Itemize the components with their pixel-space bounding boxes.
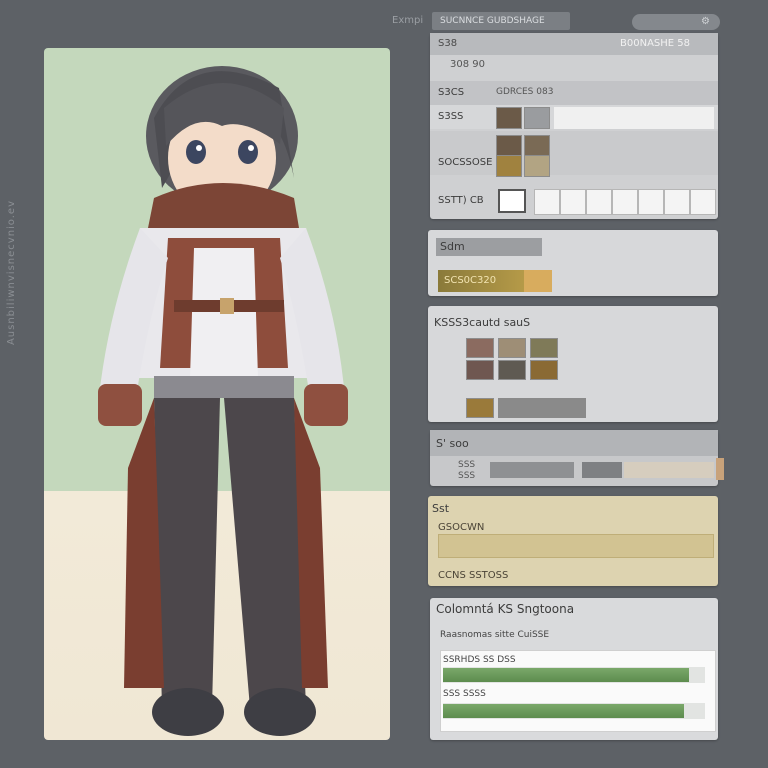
item-thumbnail[interactable] — [496, 135, 522, 157]
equipment-slot[interactable] — [530, 338, 558, 358]
inventory-title: S38 — [438, 38, 458, 49]
row-tag: GDRCES 083 — [496, 87, 554, 97]
inventory-header: S38 B00NASHE 58 — [430, 33, 718, 55]
progress-track — [443, 667, 705, 683]
inventory-panel: S38 B00NASHE 58 308 90 S3CS GDRCES 083 S… — [430, 33, 718, 219]
row-label: S3SS — [438, 111, 464, 122]
bar-label: SSRHDS SS DSS — [443, 655, 516, 665]
character-illustration — [98, 66, 348, 736]
compat-subtitle: Raasnomas sitte CuiSSE — [440, 630, 550, 640]
stats-header: S' soo — [430, 430, 718, 456]
row-label: SOCSSOSE — [438, 157, 493, 168]
gold-value-end — [524, 270, 552, 292]
equipment-strip[interactable] — [498, 398, 586, 418]
inventory-slot[interactable] — [534, 189, 560, 215]
progress-track — [443, 703, 705, 719]
side-caption: Ausnbiliwnvisnecvnio.ev — [6, 200, 17, 346]
inventory-row[interactable]: SOCSSOSE — [430, 131, 718, 177]
skills-title: Sdm — [440, 240, 465, 253]
compat-title: Colomntá KS Sngtoona — [436, 602, 575, 616]
inventory-row[interactable]: S3SS — [430, 105, 718, 129]
top-bar: Exmpi SUCNNCE GUBDSHAGE ⚙ — [388, 12, 720, 32]
inventory-slot[interactable] — [612, 189, 638, 215]
topbar-controls[interactable]: ⚙ — [632, 14, 720, 30]
inventory-subtitle: 308 90 — [450, 59, 485, 70]
inventory-slot[interactable] — [638, 189, 664, 215]
equipment-panel: KSSS3cautd sauS — [428, 306, 718, 422]
equipment-title: KSSS3cautd sauS — [434, 316, 531, 329]
bar-label: SSS SSSS — [443, 689, 486, 699]
character-portrait — [44, 48, 390, 740]
inventory-slot[interactable] — [560, 189, 586, 215]
skills-panel: Sdm SCS0C320 — [428, 230, 718, 296]
stats-title: S' soo — [436, 437, 469, 450]
item-thumbnail[interactable] — [524, 107, 550, 129]
inventory-title-right: B00NASHE 58 — [620, 38, 690, 49]
story-line: CCNS SSTOSS — [438, 570, 509, 581]
equipment-slot[interactable] — [466, 398, 494, 418]
row-label: S3CS — [438, 87, 465, 98]
equipment-slot[interactable] — [530, 360, 558, 380]
story-line: GSOCWN — [438, 522, 485, 533]
stat-track[interactable] — [582, 462, 622, 478]
item-thumbnail[interactable] — [524, 135, 550, 157]
stat-track[interactable] — [490, 462, 574, 478]
search-field[interactable]: SUCNNCE GUBDSHAGE — [432, 12, 570, 30]
equipment-slot[interactable] — [498, 360, 526, 380]
gold-value[interactable]: SCS0C320 — [438, 270, 524, 292]
inventory-slot[interactable] — [586, 189, 612, 215]
item-thumbnail[interactable] — [496, 107, 522, 129]
story-panel: Sst GSOCWN CCNS SSTOSS — [428, 496, 718, 586]
slider-handle[interactable] — [716, 458, 724, 480]
skills-header-bar: Sdm — [436, 238, 542, 256]
progress-bar — [443, 668, 690, 682]
equipment-slot[interactable] — [466, 360, 494, 380]
inventory-row[interactable]: S3CS GDRCES 083 — [430, 81, 718, 105]
item-thumbnail[interactable] — [498, 189, 526, 213]
item-thumbnail[interactable] — [496, 155, 522, 177]
progress-bar — [443, 704, 685, 718]
stat-track[interactable] — [624, 462, 714, 478]
gear-icon[interactable]: ⚙ — [701, 16, 710, 27]
stats-tag: SSS — [458, 460, 476, 470]
stats-panel: S' soo SSS SSS — [430, 430, 724, 486]
equipment-slot[interactable] — [466, 338, 494, 358]
story-input[interactable] — [438, 534, 714, 558]
item-thumbnail[interactable] — [524, 155, 550, 177]
topbar-label: Exmpi — [392, 15, 424, 26]
row-label: SSTT) CB — [438, 195, 484, 206]
compat-bars: SSRHDS SS DSS SSS SSSS — [440, 650, 716, 732]
inventory-slot[interactable] — [690, 189, 716, 215]
compatibility-panel: Colomntá KS Sngtoona Raasnomas sitte Cui… — [430, 598, 718, 740]
inventory-row[interactable]: SSTT) CB — [430, 183, 718, 217]
row-field — [554, 107, 714, 129]
equipment-slot[interactable] — [498, 338, 526, 358]
stats-value: SSS — [458, 471, 476, 481]
story-title: Sst — [432, 502, 450, 515]
inventory-slot[interactable] — [664, 189, 690, 215]
